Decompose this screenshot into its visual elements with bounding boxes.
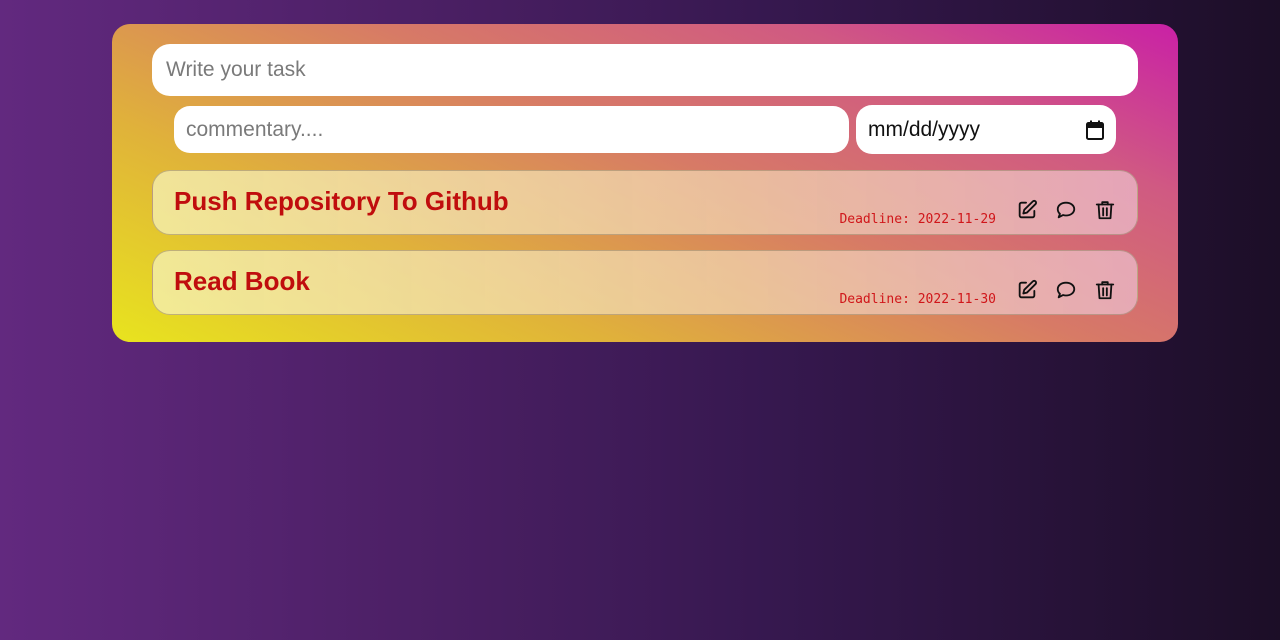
trash-icon[interactable]	[1094, 199, 1116, 221]
trash-icon[interactable]	[1094, 279, 1116, 301]
task-actions	[1016, 199, 1116, 221]
task-actions	[1016, 279, 1116, 301]
task-item: Read Book Deadline: 2022-11-30	[152, 250, 1138, 315]
calendar-icon[interactable]	[1086, 120, 1104, 140]
date-placeholder: mm/dd/yyyy	[868, 117, 981, 141]
comment-icon[interactable]	[1055, 279, 1077, 301]
commentary-input[interactable]	[174, 106, 849, 153]
task-title: Read Book	[174, 266, 310, 296]
edit-icon[interactable]	[1016, 199, 1038, 221]
deadline-date-input[interactable]: mm/dd/yyyy	[856, 105, 1116, 154]
todo-card: mm/dd/yyyy Push Repository To Github Dea…	[112, 24, 1178, 342]
comment-icon[interactable]	[1055, 199, 1077, 221]
task-input[interactable]	[152, 44, 1138, 96]
task-deadline: Deadline: 2022-11-30	[839, 292, 996, 307]
task-title: Push Repository To Github	[174, 186, 509, 216]
edit-icon[interactable]	[1016, 279, 1038, 301]
task-item: Push Repository To Github Deadline: 2022…	[152, 170, 1138, 235]
task-deadline: Deadline: 2022-11-29	[839, 212, 996, 227]
